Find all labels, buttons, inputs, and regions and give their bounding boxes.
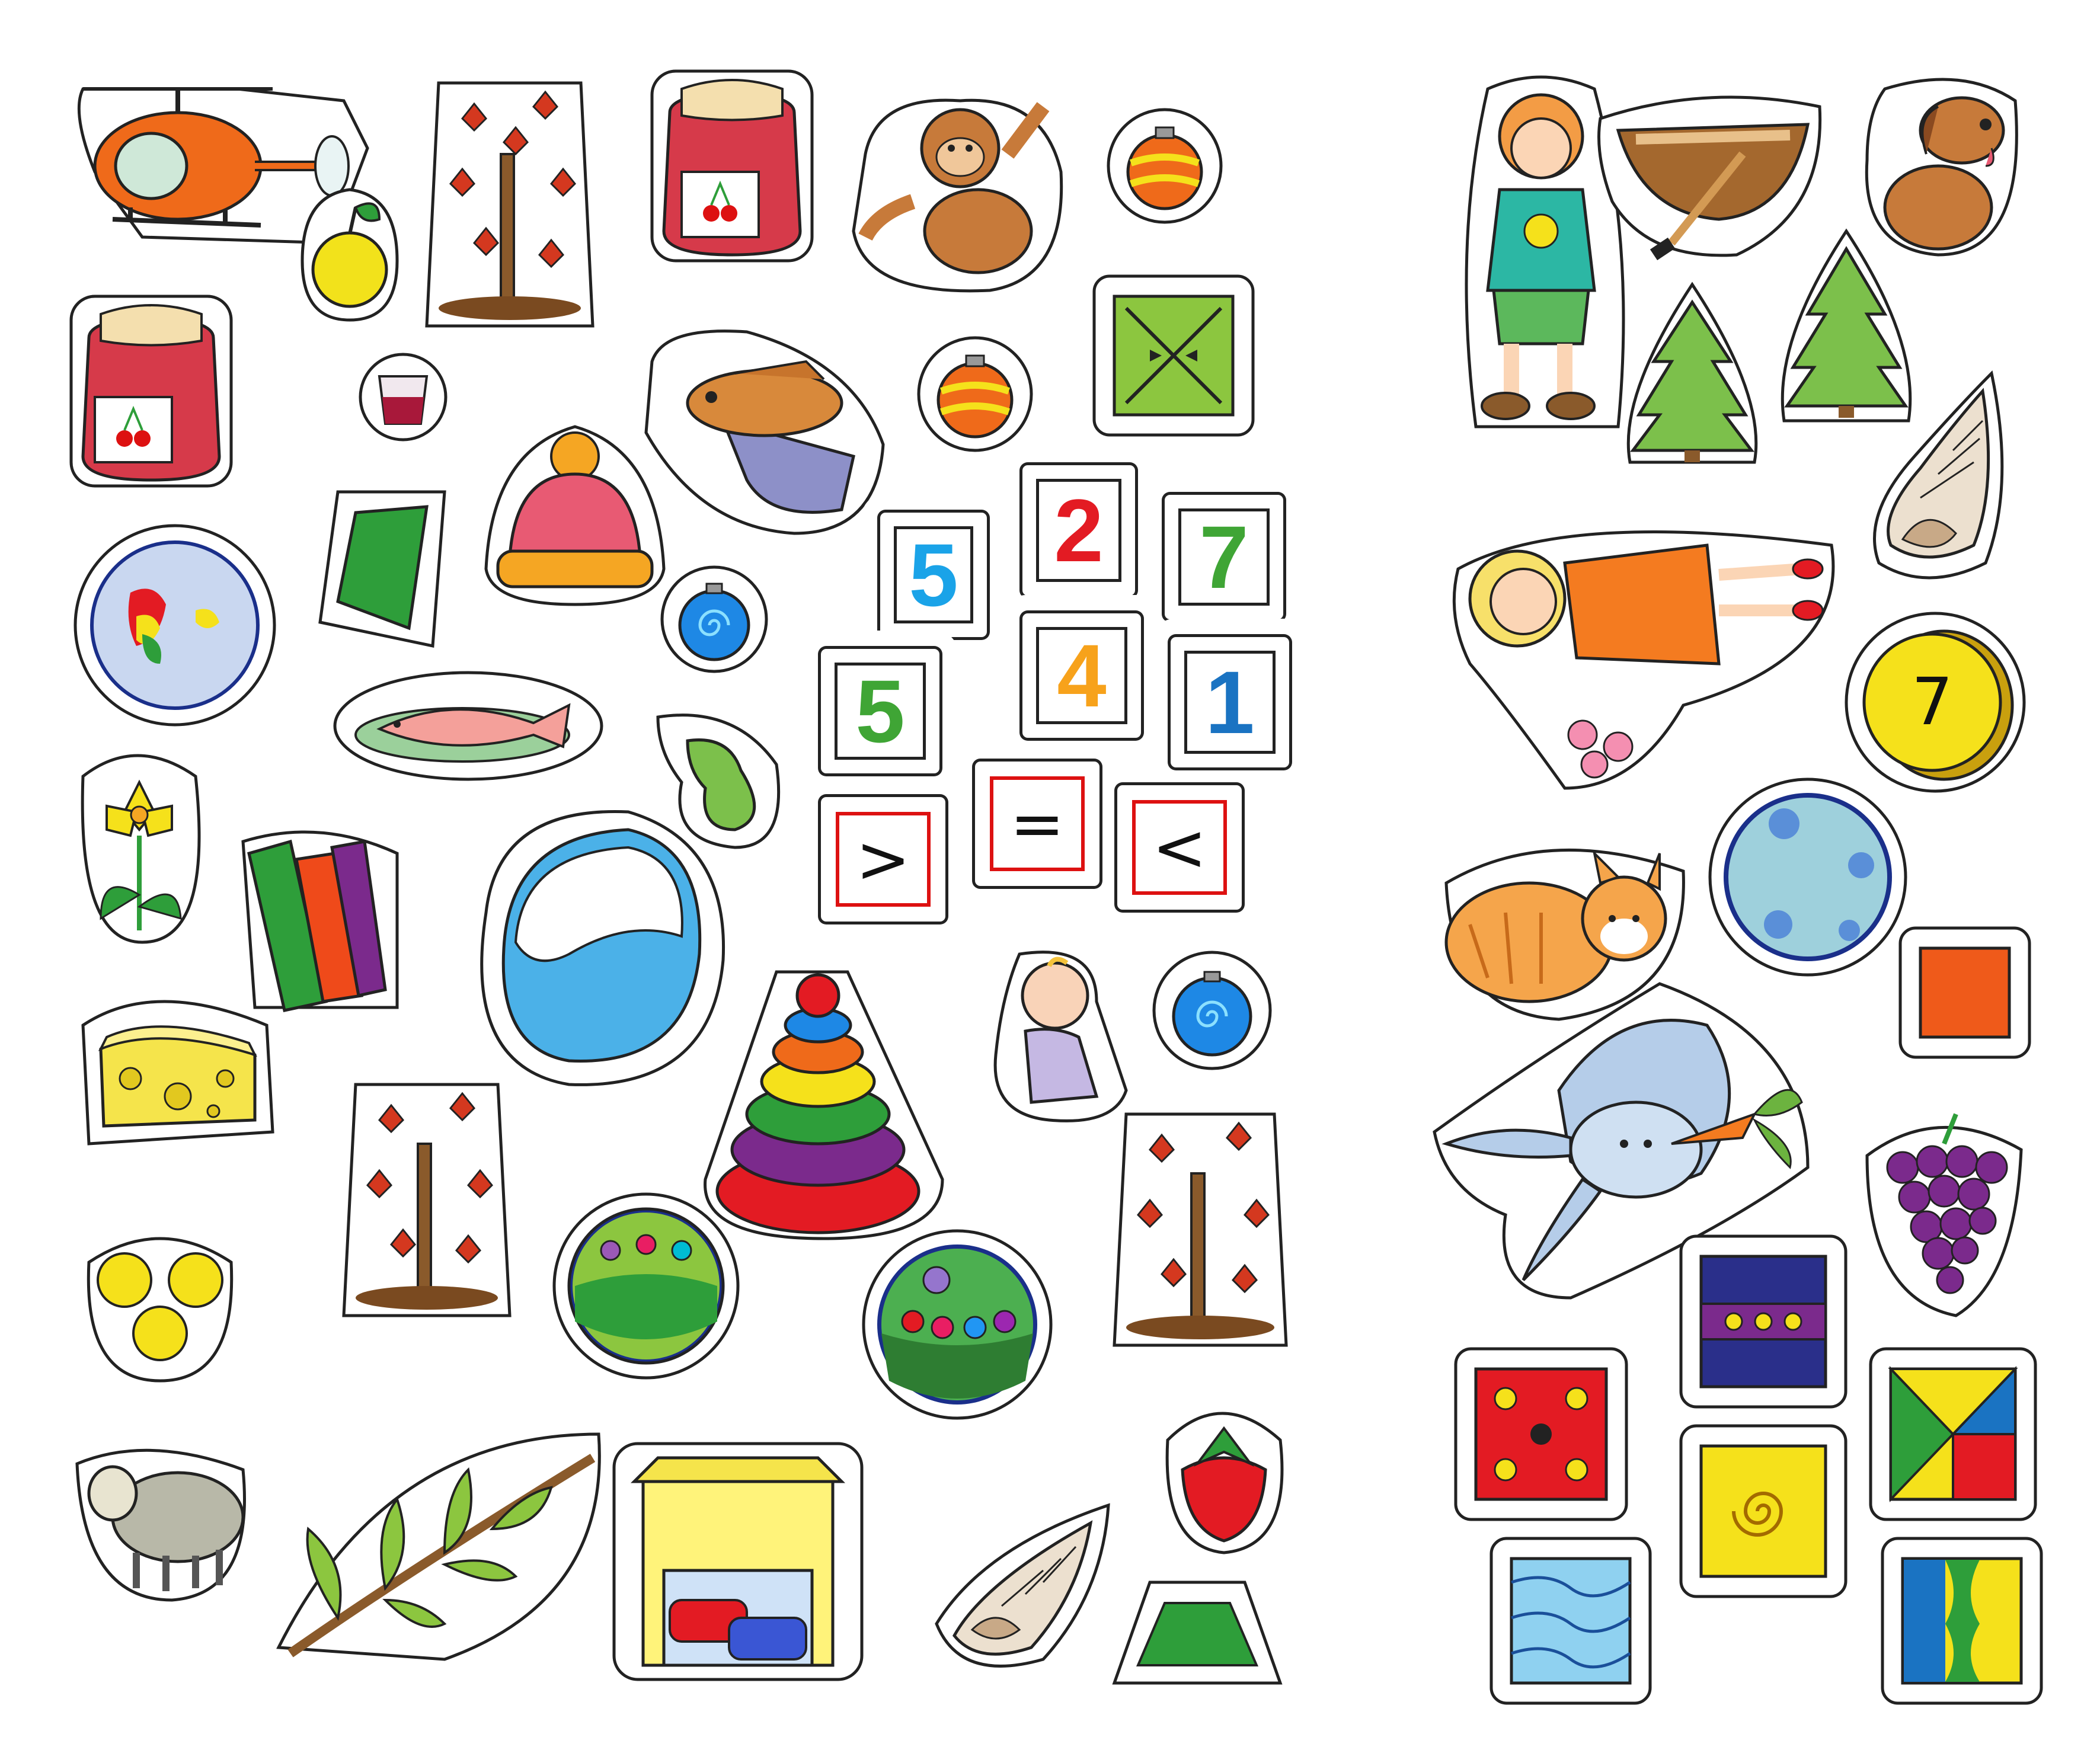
quadrilateral-icon[interactable] <box>314 480 450 652</box>
sign-tile-symbol: < <box>1132 800 1227 895</box>
sign-tile-symbol: = <box>990 776 1085 871</box>
spiral-tile-icon[interactable] <box>1677 1422 1849 1600</box>
apple-icon[interactable] <box>290 172 409 326</box>
ornament-icon[interactable] <box>913 326 1037 456</box>
dice-tile-icon[interactable] <box>1452 1345 1630 1523</box>
christmas-tree-circle-icon[interactable] <box>551 1191 741 1381</box>
strawberry-icon[interactable] <box>1156 1393 1292 1559</box>
number-tile[interactable]: 4 <box>1019 610 1144 741</box>
knit-hat-icon[interactable] <box>480 415 670 610</box>
wave-tile-icon[interactable] <box>1488 1535 1654 1707</box>
number-tile[interactable]: 7 <box>1162 492 1286 622</box>
ornament-icon[interactable] <box>658 557 771 676</box>
cheese-icon[interactable] <box>71 978 279 1156</box>
sign-tile-less[interactable]: < <box>1114 782 1245 913</box>
christmas-tree-circle-icon[interactable] <box>859 1227 1055 1422</box>
glass-icon[interactable] <box>356 350 450 444</box>
number-tile[interactable]: 5 <box>877 510 990 640</box>
monkey-icon[interactable] <box>842 83 1073 302</box>
coin-icon[interactable]: 7 <box>1843 610 2027 794</box>
trapezoid-icon[interactable] <box>1108 1570 1286 1689</box>
seashell-icon[interactable] <box>925 1493 1120 1683</box>
sign-tile-symbol: > <box>836 812 931 907</box>
number-tile-value: 2 <box>1036 479 1121 582</box>
girl-icon[interactable] <box>1446 510 1849 794</box>
dots-tile-icon[interactable] <box>1677 1233 1849 1410</box>
number-tile-value: 4 <box>1036 627 1127 724</box>
fish-plate-icon[interactable] <box>332 670 605 782</box>
number-tile-value: 7 <box>1178 508 1270 606</box>
number-tile[interactable]: 2 <box>1019 462 1138 599</box>
orange-square-icon[interactable] <box>1897 924 2033 1061</box>
globe-icon[interactable] <box>71 522 279 729</box>
envelope-tile-icon[interactable] <box>1091 273 1257 439</box>
number-tile[interactable]: 1 <box>1168 634 1292 770</box>
flower-icon[interactable] <box>65 741 213 948</box>
jam-jar-icon[interactable] <box>646 65 818 267</box>
branch-icon[interactable] <box>267 1422 610 1671</box>
sign-tile-greater[interactable]: > <box>818 794 948 924</box>
number-tile[interactable]: 5 <box>818 646 942 776</box>
ornament-icon[interactable] <box>1102 101 1227 225</box>
autumn-tree-icon[interactable] <box>332 1067 522 1327</box>
seashell-icon[interactable] <box>1855 367 2021 593</box>
number-tile-value: 5 <box>835 663 926 760</box>
sheep-icon[interactable] <box>65 1428 255 1606</box>
ornament-icon[interactable] <box>1150 942 1274 1073</box>
ball-icon[interactable] <box>1707 776 1909 978</box>
number-tile-value: 1 <box>1184 651 1276 754</box>
sticker-sheet: 5 2 7 5 4 1 > = < 7 <box>0 0 2100 1750</box>
autumn-tree-icon[interactable] <box>415 65 605 338</box>
coins-icon[interactable] <box>71 1209 249 1387</box>
jam-jar-icon[interactable] <box>65 290 237 492</box>
garage-icon[interactable] <box>610 1440 865 1683</box>
fir-tree-icon[interactable] <box>1618 279 1766 474</box>
sign-tile-equal[interactable]: = <box>972 759 1102 889</box>
coin-value: 7 <box>1912 664 1953 740</box>
stripe-tile-icon[interactable] <box>1879 1535 2045 1707</box>
puddle-icon[interactable] <box>450 794 735 1096</box>
number-tile-value: 5 <box>894 526 973 623</box>
grapes-icon[interactable] <box>1855 1102 2027 1322</box>
tangram-tile-icon[interactable] <box>1867 1345 2039 1523</box>
autumn-tree-icon[interactable] <box>1102 1096 1298 1357</box>
